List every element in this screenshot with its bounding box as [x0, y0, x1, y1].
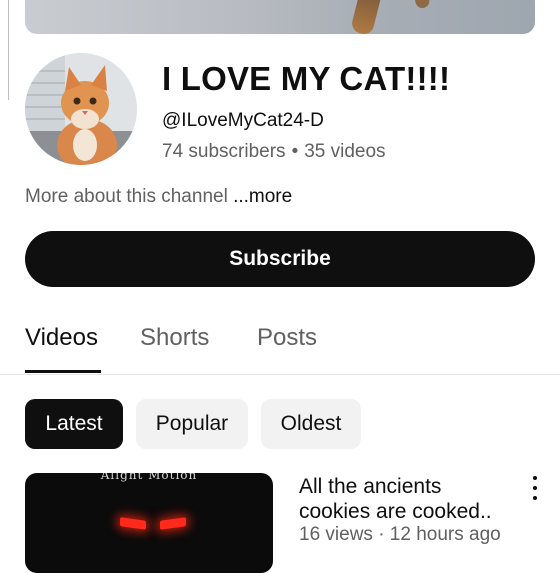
video-title-line: cookies are cooked.. — [299, 500, 492, 523]
channel-banner — [25, 0, 535, 34]
video-count: 35 videos — [304, 141, 386, 162]
channel-handle: @ILoveMyCat24-D — [162, 110, 324, 131]
tab-shorts[interactable]: Shorts — [140, 324, 209, 352]
tab-posts[interactable]: Posts — [257, 324, 317, 352]
stats-separator: • — [291, 141, 299, 162]
chip-oldest[interactable]: Oldest — [261, 399, 361, 449]
banner-cat-leg — [350, 0, 382, 34]
channel-avatar[interactable] — [25, 53, 137, 165]
glowing-eye — [120, 517, 146, 530]
about-more-link[interactable]: ...more — [233, 186, 292, 207]
glowing-eye — [160, 517, 186, 530]
thumbnail-watermark: Alight Motion — [100, 473, 198, 482]
cat-avatar-image — [25, 53, 137, 165]
active-tab-indicator — [25, 370, 101, 373]
subscriber-count: 74 subscribers — [162, 141, 286, 162]
tab-videos[interactable]: Videos — [25, 324, 98, 352]
about-text: More about this channel — [25, 186, 228, 207]
channel-about-link[interactable]: More about this channel ...more — [25, 186, 292, 208]
chip-popular[interactable]: Popular — [136, 399, 248, 449]
channel-tabs: Videos Shorts Posts — [0, 318, 560, 375]
banner-cat-leg — [413, 0, 431, 10]
video-meta: 16 views · 12 hours ago — [299, 524, 501, 545]
video-title-line: All the ancients — [299, 475, 442, 498]
chip-latest[interactable]: Latest — [25, 399, 123, 449]
channel-title: I LOVE MY CAT!!!! — [162, 60, 451, 97]
subscribe-button[interactable]: Subscribe — [25, 231, 535, 287]
video-thumbnail[interactable]: Alight Motion — [25, 473, 273, 573]
left-edge-divider — [0, 0, 9, 100]
channel-stats: 74 subscribers • 35 videos — [162, 141, 386, 163]
more-vert-icon[interactable] — [526, 476, 544, 500]
video-title[interactable]: All the ancients cookies are cooked.. — [299, 474, 509, 524]
